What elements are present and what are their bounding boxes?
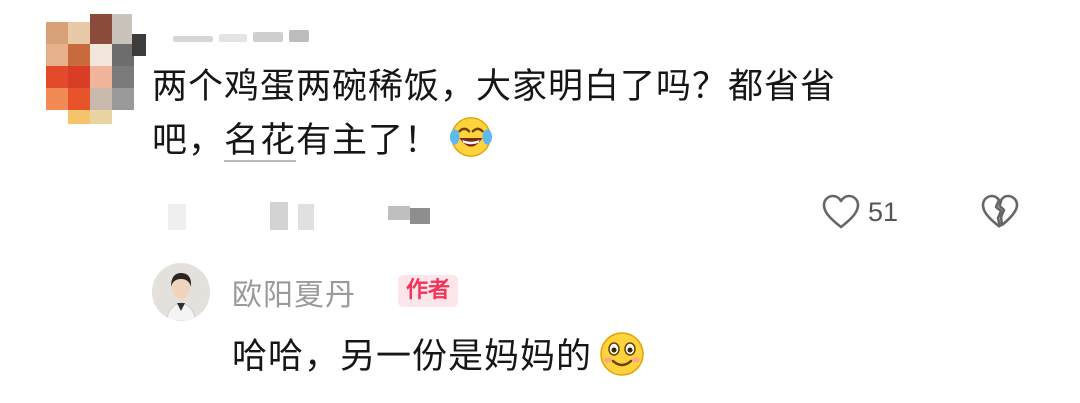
like-count: 51: [868, 196, 899, 227]
comment-meta-blurred: [160, 196, 460, 236]
person-photo-icon: [152, 263, 210, 321]
comment-text: 两个鸡蛋两碗稀饭，大家明白了吗？都省省 吧，名花有主了！: [152, 60, 992, 168]
smiling-emoji-icon: [600, 332, 644, 376]
author-badge: 作者: [398, 275, 459, 307]
reply-author-avatar[interactable]: [152, 263, 210, 321]
reply-author-name[interactable]: 欧阳夏丹: [232, 270, 356, 314]
commenter-avatar[interactable]: [46, 14, 146, 124]
broken-heart-icon[interactable]: [980, 192, 1020, 232]
reply-text: 哈哈，另一份是妈妈的: [232, 330, 646, 384]
like-button[interactable]: 51: [822, 192, 898, 232]
comment-underlined-term[interactable]: 名花: [224, 121, 296, 161]
comment-line-2: 吧，名花有主了！: [152, 114, 992, 168]
heart-icon: [822, 194, 860, 229]
comment-line-2-post: 有主了！: [296, 121, 441, 161]
reply-text-content: 哈哈，另一份是妈妈的: [232, 337, 593, 377]
comment-line-2-pre: 吧，: [152, 121, 225, 161]
commenter-name-blurred[interactable]: [165, 24, 335, 50]
laughing-tears-emoji-icon: [449, 117, 493, 157]
comment-line-1: 两个鸡蛋两碗稀饭，大家明白了吗？都省省: [152, 67, 837, 107]
